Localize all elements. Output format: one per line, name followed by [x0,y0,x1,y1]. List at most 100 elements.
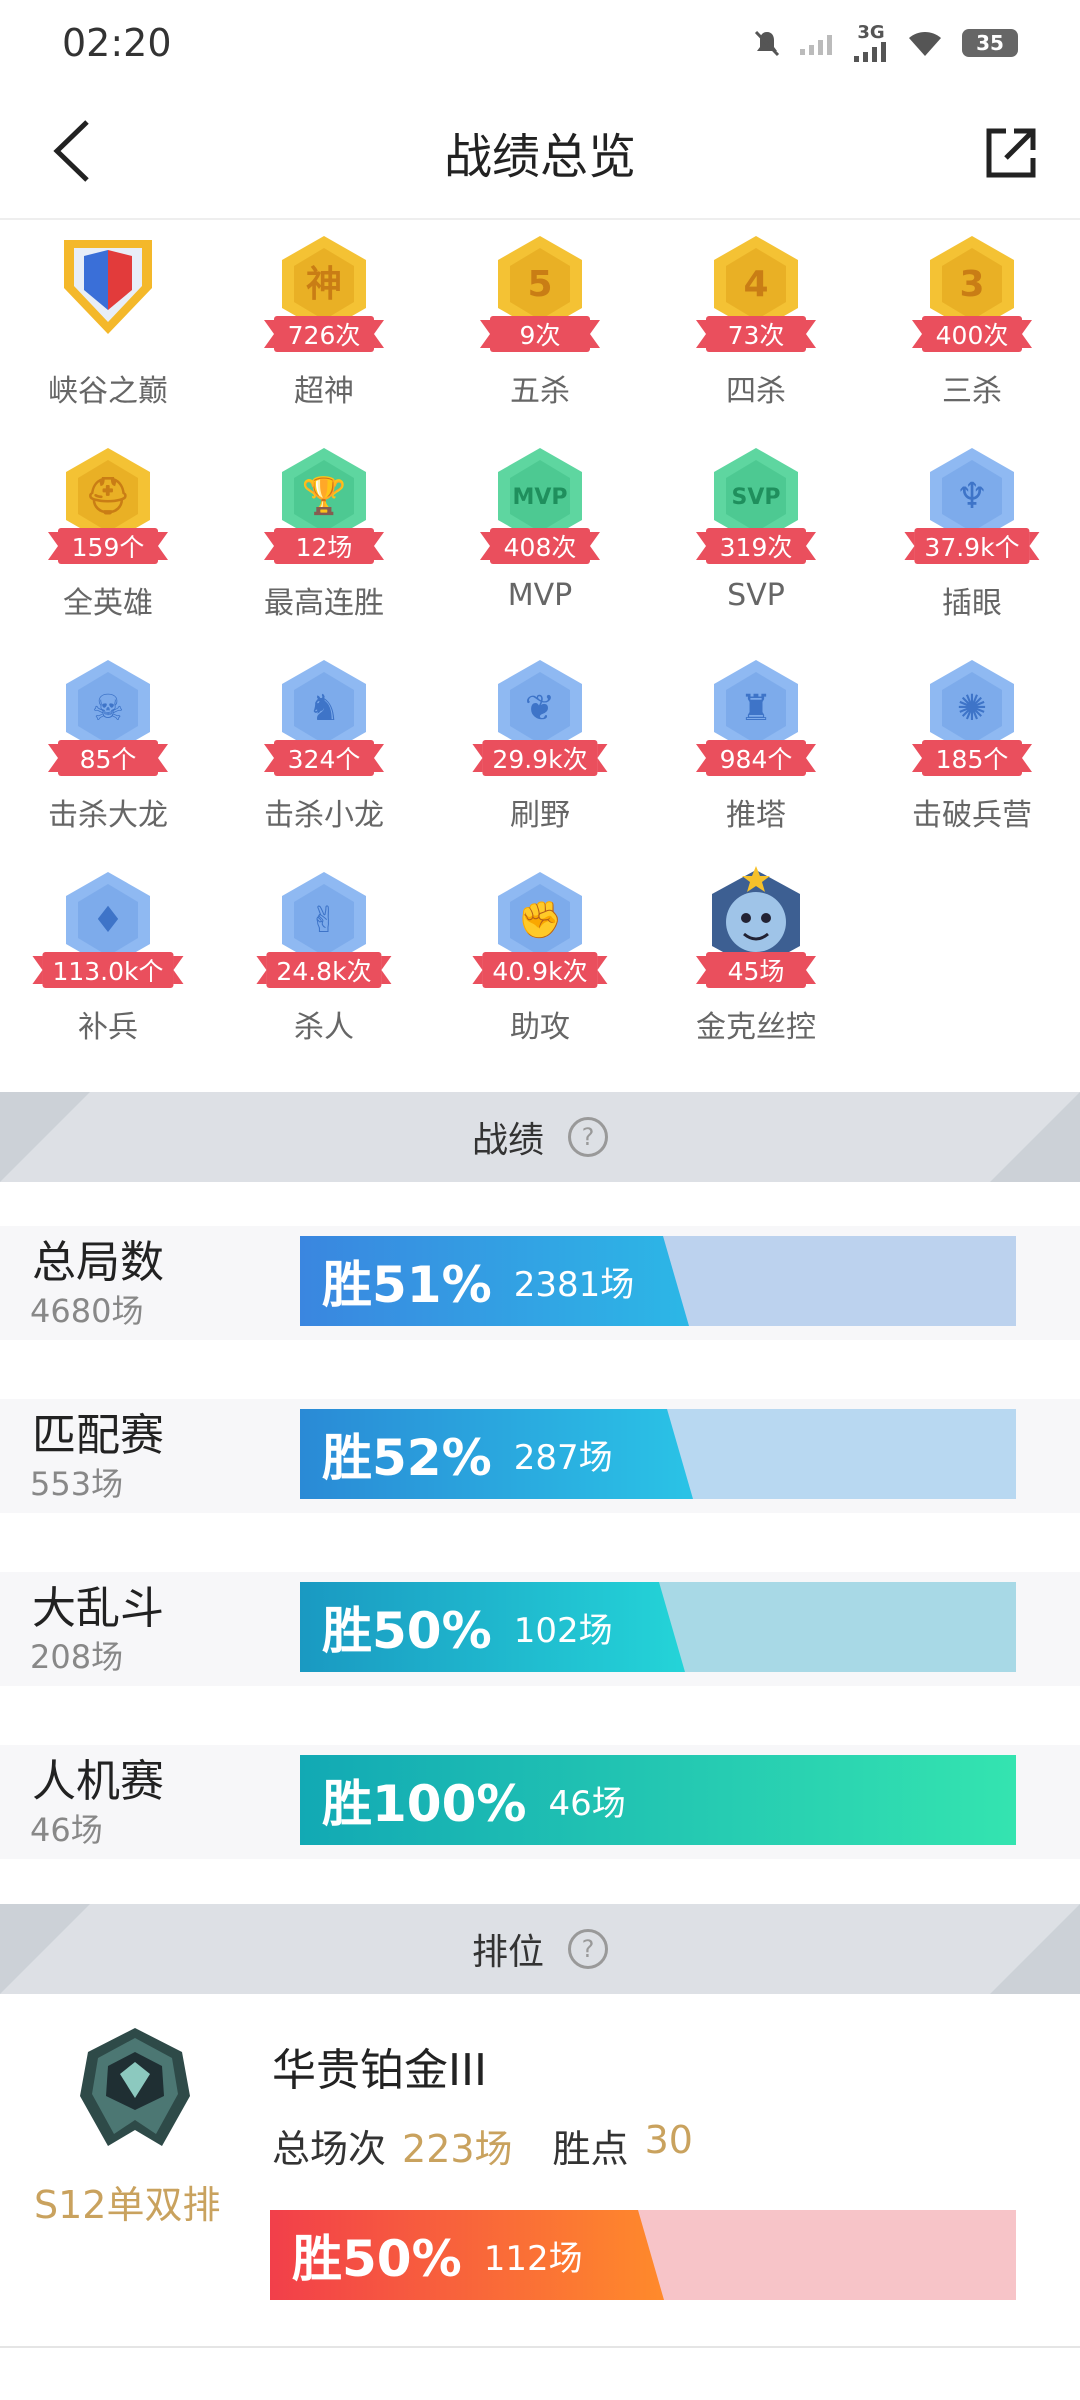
achievement-count: 37.9k个 [904,528,1040,564]
achievement-label: 刷野 [510,798,570,833]
achievement-item[interactable]: MVP 408次 MVP [432,434,648,646]
achievement-count: 408次 [480,528,600,564]
win-text: 胜52% 287场 [322,1409,613,1499]
svg-text:5: 5 [527,264,552,305]
achievement-item[interactable]: ♦ 113.0k个 补兵 [0,858,216,1070]
rank-section-header: 排位 ? [0,1904,1080,1994]
mode-game-count: 46场 [30,1811,103,1849]
achievement-item[interactable]: ✌ 24.8k次 杀人 [216,858,432,1070]
rank-tier: 华贵铂金III [272,2045,487,2096]
share-button[interactable] [976,118,1046,188]
achievement-count: 324个 [264,740,384,776]
peak-trophy-icon [54,230,162,338]
win-bar: 胜50% 102场 [300,1582,1016,1672]
achievement-label: 超神 [294,374,354,409]
win-rate: 胜50% [292,2230,462,2288]
svg-text:♞: ♞ [308,688,340,729]
achievement-count: 24.8k次 [256,952,392,988]
total-games-value: 223场 [402,2127,513,2171]
achievement-label: 击破兵营 [912,798,1032,833]
win-bar: 胜100% 46场 [300,1755,1016,1845]
win-rate: 胜100% [322,1775,527,1833]
status-bar: 02:20 3G 35 [0,0,1080,86]
league-points-label: 胜点 [552,2127,629,2171]
network-type: 3G [857,22,885,43]
mode-row[interactable]: 大乱斗 208场 胜50% 102场 [0,1572,1080,1686]
achievement-item[interactable]: ☠ 85个 击杀大龙 [0,646,216,858]
achievement-count: 73次 [696,316,816,352]
svg-text:✌: ✌ [309,900,339,941]
achievement-label: 补兵 [78,1010,138,1045]
rank-stats: 总场次 223场 胜点 30 [272,2118,733,2173]
win-games: 2381场 [513,1264,635,1305]
help-icon[interactable]: ? [568,1117,608,1157]
mode-row[interactable]: 匹配赛 553场 胜52% 287场 [0,1399,1080,1513]
svg-text:神: 神 [306,264,342,305]
mode-row[interactable]: 总局数 4680场 胜51% 2381场 [0,1226,1080,1340]
svg-text:❦: ❦ [525,688,555,729]
network-3g-icon: 3G [854,24,888,62]
achievement-count: 9次 [480,316,600,352]
achievement-item[interactable]: ✊ 40.9k次 助攻 [432,858,648,1070]
achievement-item[interactable]: 3 400次 三杀 [864,222,1080,434]
achievement-item[interactable]: ♜ 984个 推塔 [648,646,864,858]
achievement-label: 三杀 [942,374,1002,409]
achievement-count: 400次 [912,316,1032,352]
status-icons: 3G 35 [752,24,1018,62]
achievement-item[interactable]: 4 73次 四杀 [648,222,864,434]
share-icon [986,128,1036,178]
mode-name: 总局数 [32,1237,164,1288]
win-games: 46场 [548,1783,626,1824]
svg-text:MVP: MVP [512,485,567,510]
achievement-count: 40.9k次 [472,952,608,988]
achievement-label: 最高连胜 [264,586,384,621]
achievement-item[interactable]: ✺ 185个 击破兵营 [864,646,1080,858]
mode-game-count: 4680场 [30,1292,144,1330]
achievement-item[interactable]: 5 9次五杀 [432,222,648,434]
svg-text:♜: ♜ [740,688,772,729]
achievement-item[interactable]: 🏆 12场 最高连胜 [216,434,432,646]
divider [0,2346,1080,2348]
achievement-item[interactable]: ⛑ 159个 全英雄 [0,434,216,646]
ranked-win-bar: 胜50% 112场 [270,2210,1016,2300]
wifi-icon [906,28,944,58]
help-icon[interactable]: ? [568,1929,608,1969]
win-rate: 胜52% [322,1429,492,1487]
rank-season: S12单双排 [34,2183,221,2227]
rank-section-title: 排位 [471,1932,544,1973]
achievement-label: 峡谷之巅 [48,374,168,409]
win-bar: 胜52% 287场 [300,1409,1016,1499]
header: 战绩总览 [0,86,1080,220]
achievement-item[interactable]: SVP 319次 SVP [648,434,864,646]
achievement-count: 319次 [696,528,816,564]
svg-text:⛑: ⛑ [85,476,131,517]
achievement-count: 45场 [696,952,816,988]
achievement-count: 726次 [264,316,384,352]
achievement-label: 五杀 [510,374,570,409]
win-text: 胜100% 46场 [322,1755,626,1845]
svg-text:♆: ♆ [956,476,988,517]
status-time: 02:20 [62,21,172,65]
win-text: 胜50% 112场 [292,2210,583,2300]
mode-row[interactable]: 人机赛 46场 胜100% 46场 [0,1745,1080,1859]
achievement-item[interactable]: 45场 金克丝控 [648,858,864,1070]
achievement-item[interactable]: ❦ 29.9k次 刷野 [432,646,648,858]
achievement-count: 984个 [696,740,816,776]
achievement-count: 185个 [912,740,1032,776]
achievement-count: 113.0k个 [32,952,184,988]
achievement-item[interactable]: 峡谷之巅 [0,222,216,434]
achievement-item[interactable]: 神 726次超神 [216,222,432,434]
achievement-item[interactable]: ♆ 37.9k个 插眼 [864,434,1080,646]
achievement-item[interactable]: ♞ 324个 击杀小龙 [216,646,432,858]
platinum-emblem-icon [70,2024,200,2154]
ranked-card[interactable]: S12单双排 华贵铂金III 总场次 223场 胜点 30 胜50% 112场 [0,1994,1080,2336]
win-bar: 胜51% 2381场 [300,1236,1016,1326]
achievement-count: 159个 [48,528,168,564]
achievement-label: 插眼 [942,586,1002,621]
win-text: 胜51% 2381场 [322,1236,634,1326]
svg-text:✊: ✊ [518,900,563,941]
back-button[interactable] [36,116,106,186]
svg-text:4: 4 [743,264,768,305]
achievement-label: SVP [727,578,785,613]
total-games-label: 总场次 [272,2127,387,2171]
